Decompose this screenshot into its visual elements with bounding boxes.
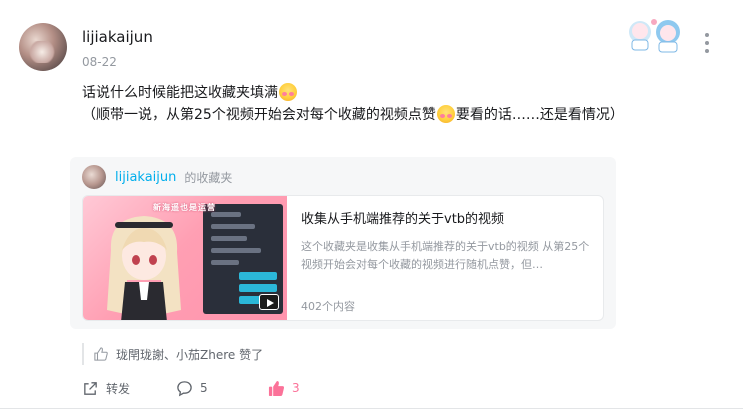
share-button[interactable]: 转发 [82,378,130,398]
liked-by-row: 珑閈珑謝、小茄Zhere 赞了 [82,343,263,365]
folder-description: 这个收藏夹是收集从手机端推荐的关于vtb的视频 从第25个视频开始会对每个收藏的… [301,240,590,271]
comment-count: 5 [200,381,208,395]
comment-button[interactable]: 5 [176,378,208,398]
post-username[interactable]: lijiakaijun [82,28,153,46]
post-text-line1: 话说什么时候能把这收藏夹填满 [82,85,278,101]
user-avatar[interactable] [19,23,67,71]
post-text-line2a: （顺带一说，从第25个视频开始会对每个收藏的视频点赞 [82,107,436,123]
card-username[interactable]: lijiakaijun [115,170,176,185]
card-header: lijiakaijun 的收藏夹 [82,165,232,189]
cover-character [107,216,181,320]
post-date: 08-22 [82,55,117,69]
folder-cover: 新海遥也是运营 [83,196,287,320]
cover-caption: 新海遥也是运营 [153,203,216,212]
liked-by-text[interactable]: 珑閈珑謝、小茄Zhere 赞了 [116,346,263,363]
like-icon [268,380,285,396]
card-avatar[interactable] [82,165,106,189]
more-icon[interactable] [700,33,714,53]
card-suffix: 的收藏夹 [184,170,233,185]
share-icon [84,381,97,395]
divider [0,408,743,409]
folder-title[interactable]: 收集从手机端推荐的关于vtb的视频 [301,208,504,227]
share-label: 转发 [106,381,131,396]
emoji-icon [279,83,297,101]
folder-link[interactable]: 新海遥也是运营 收集从手机端推荐的关于vtb的视频 这个收藏夹是收集从手机端推荐… [82,195,604,321]
play-icon [259,294,279,310]
folder-count: 402个内容 [301,300,355,313]
action-bar: 转发 5 3 [82,378,402,398]
like-button[interactable]: 3 [268,378,300,398]
decoration-sticker [629,19,680,53]
favorite-folder-card: lijiakaijun 的收藏夹 新海遥也是运营 收集从手机端推荐的关于vtb的… [70,157,616,329]
post-content: 话说什么时候能把这收藏夹填满 （顺带一说，从第25个视频开始会对每个收藏的视频点… [82,82,642,126]
thumb-icon [94,347,108,361]
post-text-line2b: 要看的话……还是看情况） [455,107,624,123]
emoji-icon [436,105,455,123]
like-count: 3 [292,381,300,395]
comment-icon [177,380,192,396]
